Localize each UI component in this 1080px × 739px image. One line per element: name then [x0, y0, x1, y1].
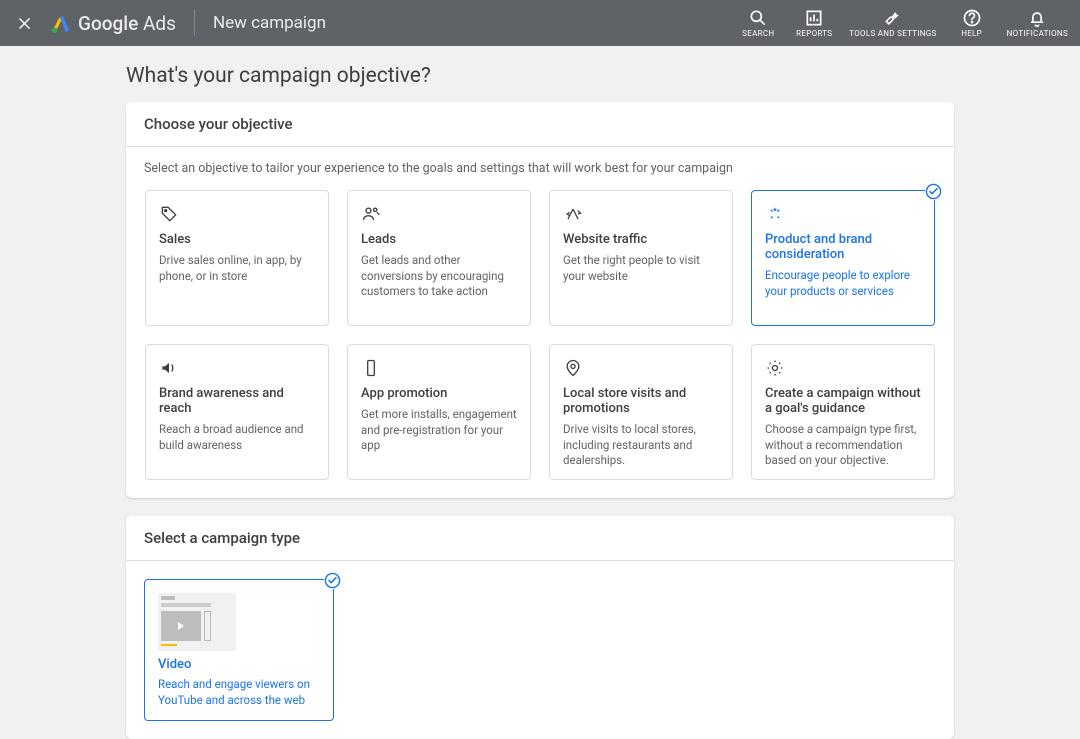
local-icon	[563, 358, 583, 378]
header-actions: SEARCH REPORTS TOOLS AND SETTINGS HELP N…	[737, 8, 1068, 39]
page-title: New campaign	[213, 13, 326, 33]
brand-name-sub: Ads	[143, 12, 176, 35]
campaign-type-tile-video[interactable]: Video Reach and engage viewers on YouTube…	[144, 579, 334, 721]
close-icon	[17, 16, 32, 31]
objective-tile-none[interactable]: Create a campaign without a goal's guida…	[751, 344, 935, 480]
google-ads-logo-icon	[50, 12, 72, 34]
sales-icon	[159, 204, 179, 224]
consideration-icon	[765, 204, 785, 224]
objective-tile-desc: Get the right people to visit your websi…	[563, 253, 719, 284]
objective-tile-title: Product and brand consideration	[765, 232, 921, 262]
search-action[interactable]: SEARCH	[737, 8, 779, 39]
objective-card-title: Choose your objective	[126, 102, 954, 147]
app-header: Google Ads New campaign SEARCH REPORTS T…	[0, 0, 1080, 46]
objective-tile-desc: Get more installs, engagement and pre-re…	[361, 407, 517, 454]
traffic-icon	[563, 204, 583, 224]
objective-tile-title: Sales	[159, 232, 315, 247]
reports-action[interactable]: REPORTS	[793, 8, 835, 39]
campaign-type-card: Select a campaign type Video Reach and en…	[126, 516, 954, 739]
help-icon	[962, 8, 982, 28]
objective-card-subtitle: Select an objective to tailor your exper…	[126, 147, 954, 186]
wrench-icon	[883, 8, 903, 28]
objective-tile-desc: Get leads and other conversions by encou…	[361, 253, 517, 300]
reports-icon	[804, 8, 824, 28]
brand-name-main: Google	[78, 12, 138, 35]
search-icon	[748, 8, 768, 28]
bell-icon	[1027, 8, 1047, 28]
objective-tile-title: Brand awareness and reach	[159, 386, 315, 416]
close-button[interactable]	[12, 11, 36, 35]
page-question: What's your campaign objective?	[126, 64, 954, 88]
selected-check-icon	[324, 572, 341, 589]
objective-grid: Sales Drive sales online, in app, by phon…	[126, 186, 954, 498]
objective-tile-awareness[interactable]: Brand awareness and reach Reach a broad a…	[145, 344, 329, 480]
header-divider	[194, 10, 195, 36]
objective-tile-title: App promotion	[361, 386, 517, 401]
objective-tile-sales[interactable]: Sales Drive sales online, in app, by phon…	[145, 190, 329, 326]
objective-tile-local[interactable]: Local store visits and promotions Drive v…	[549, 344, 733, 480]
header-action-label: SEARCH	[742, 30, 774, 39]
campaign-type-card-title: Select a campaign type	[126, 516, 954, 561]
objective-tile-title: Local store visits and promotions	[563, 386, 719, 416]
help-action[interactable]: HELP	[951, 8, 993, 39]
objective-tile-leads[interactable]: Leads Get leads and other conversions by …	[347, 190, 531, 326]
objective-tile-desc: Choose a campaign type first, without a …	[765, 422, 921, 469]
none-icon	[765, 358, 785, 378]
tools-action[interactable]: TOOLS AND SETTINGS	[849, 8, 936, 39]
brand-logo: Google Ads	[50, 12, 176, 35]
objective-tile-title: Website traffic	[563, 232, 719, 247]
header-action-label: TOOLS AND SETTINGS	[849, 30, 936, 39]
notifications-action[interactable]: NOTIFICATIONS	[1007, 8, 1068, 39]
video-thumbnail-icon	[158, 593, 236, 651]
campaign-type-desc: Reach and engage viewers on YouTube and …	[158, 677, 320, 708]
selected-check-icon	[925, 183, 942, 200]
objective-tile-desc: Drive sales online, in app, by phone, or…	[159, 253, 315, 284]
awareness-icon	[159, 358, 179, 378]
objective-tile-title: Create a campaign without a goal's guida…	[765, 386, 921, 416]
campaign-type-grid: Video Reach and engage viewers on YouTube…	[126, 561, 954, 739]
objective-tile-consideration[interactable]: Product and brand consideration Encourage…	[751, 190, 935, 326]
header-action-label: NOTIFICATIONS	[1007, 30, 1068, 39]
objective-card: Choose your objective Select an objectiv…	[126, 102, 954, 498]
objective-tile-desc: Reach a broad audience and build awarene…	[159, 422, 315, 453]
objective-tile-app[interactable]: App promotion Get more installs, engageme…	[347, 344, 531, 480]
objective-tile-desc: Drive visits to local stores, including …	[563, 422, 719, 469]
app-icon	[361, 358, 381, 378]
objective-tile-desc: Encourage people to explore your product…	[765, 268, 921, 299]
header-action-label: HELP	[961, 30, 982, 39]
objective-tile-title: Leads	[361, 232, 517, 247]
objective-tile-traffic[interactable]: Website traffic Get the right people to v…	[549, 190, 733, 326]
header-action-label: REPORTS	[796, 30, 832, 39]
leads-icon	[361, 204, 381, 224]
campaign-type-title: Video	[158, 657, 320, 672]
